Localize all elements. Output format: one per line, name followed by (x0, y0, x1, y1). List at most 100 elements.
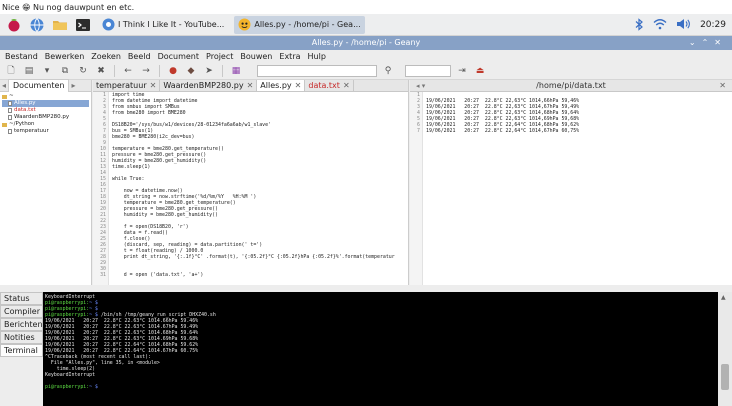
quit-icon[interactable]: ⏏ (473, 64, 487, 78)
menu-bestand[interactable]: Bestand (5, 52, 38, 61)
line-number: 31 (100, 272, 106, 278)
code-area[interactable]: 1 2 3 4 5 6 7 8 9 10 11 12 13 14 15 16 17 18 19 20 21 22 23 24 2… (93, 92, 408, 285)
maximize-icon[interactable]: ⌃ (702, 38, 715, 47)
editor-pane: temperatuur ✕ WaardenBMP280.py ✕ Alles.py ✕… (93, 80, 409, 285)
document-tree: ~ Alles.py data.txt WaardenBMP280.py ~/P… (0, 92, 91, 136)
window-titlebar: Alles.py - /home/pi - Geany ⌄⌃✕ (0, 36, 732, 50)
open-file-icon[interactable]: ▤ (22, 64, 36, 78)
compile-icon[interactable]: ● (166, 64, 180, 78)
scroll-up-icon[interactable]: ▲ (721, 294, 726, 301)
back-icon[interactable]: ← (121, 64, 135, 78)
tab-temperatuur[interactable]: temperatuur ✕ (93, 80, 161, 91)
tree-item[interactable]: Alles.py (2, 100, 89, 107)
terminal-text: KeyboardInterrupt (45, 372, 96, 378)
goto-line-icon[interactable]: ⇥ (455, 64, 469, 78)
sidebar-next-icon[interactable]: ▸ (69, 81, 77, 90)
volume-icon[interactable] (676, 18, 691, 32)
right-pane-title: /home/pi/data.txt (536, 81, 606, 90)
clock[interactable]: 20:29 (700, 20, 726, 30)
menu-document[interactable]: Document (158, 52, 199, 61)
tab-compiler[interactable]: Compiler (0, 305, 43, 318)
taskbar-task-label: I Think I Like It - YouTube... (118, 19, 225, 29)
goto-line-input[interactable] (405, 65, 451, 77)
forward-icon[interactable]: → (139, 64, 153, 78)
wifi-icon[interactable] (653, 18, 667, 32)
right-pane-tab[interactable]: ◂ ▾ /home/pi/data.txt ✕ (410, 80, 732, 92)
tab-documenten[interactable]: Documenten (8, 79, 70, 92)
tree-item[interactable]: temperatuur (2, 128, 89, 135)
menu-bouwen[interactable]: Bouwen (240, 52, 272, 61)
code-line[interactable]: print dt_string, '{:.1f}°C' .format(t), … (112, 254, 408, 260)
tab-waardenbmp280[interactable]: WaardenBMP280.py ✕ (160, 80, 258, 91)
tab-label: Alles.py (260, 81, 292, 90)
raspberry-icon[interactable] (5, 16, 23, 34)
tab-berichten[interactable]: Berichten (0, 318, 43, 331)
build-icon[interactable]: ◆ (184, 64, 198, 78)
tab-status[interactable]: Status (0, 292, 43, 305)
terminal-prompt: pi@raspberrypi:~ $ (45, 384, 99, 390)
menu-project[interactable]: Project (206, 52, 233, 61)
menu-beeld[interactable]: Beeld (128, 52, 151, 61)
tree-item-label: data.txt (14, 107, 36, 113)
code-lines[interactable]: import time from datetime import datetime… (112, 92, 408, 278)
tab-label: WaardenBMP280.py (163, 81, 244, 90)
tab-data-txt[interactable]: data.txt ✕ (305, 80, 354, 91)
sidebar: ◂ Documenten ▸ ~ Alles.py data.txt Waard… (0, 79, 92, 285)
run-icon[interactable]: ➤ (202, 64, 216, 78)
terminal-scrollbar[interactable]: ▲ (718, 292, 732, 406)
save-icon[interactable]: ▾ (40, 64, 54, 78)
menu-zoeken[interactable]: Zoeken (91, 52, 121, 61)
data-file-lines[interactable]: 19/06/2021 20:27 22.8°C 22,63°C 1014,66h… (426, 92, 732, 134)
tab-notities[interactable]: Notities (0, 331, 43, 344)
right-pane: ◂ ▾ /home/pi/data.txt ✕ 1234567 19/06/20… (410, 80, 732, 285)
taskbar-task-youtube[interactable]: I Think I Like It - YouTube... (98, 16, 228, 34)
taskbar-task-geany[interactable]: Alles.py - /home/pi - Gea... (234, 15, 365, 34)
data-file-view[interactable]: 1234567 19/06/2021 20:27 22.8°C 22,63°C … (410, 92, 732, 285)
close-tab-icon[interactable]: ✕ (719, 80, 726, 92)
tree-item-label: Alles.py (14, 100, 36, 106)
tab-alles[interactable]: Alles.py ✕ (257, 80, 306, 91)
tree-item[interactable]: WaardenBMP280.py (2, 114, 89, 121)
save-all-icon[interactable]: ⧉ (58, 64, 72, 78)
search-input[interactable] (257, 65, 377, 77)
scrollbar-thumb[interactable] (721, 364, 729, 390)
close-tab-icon[interactable]: ✕ (343, 81, 350, 90)
bluetooth-icon[interactable] (634, 17, 644, 33)
menu-bewerken[interactable]: Bewerken (45, 52, 85, 61)
folder-icon[interactable] (51, 16, 69, 34)
toolbar-separator (114, 65, 115, 77)
revert-icon[interactable]: ↻ (76, 64, 90, 78)
terminal-icon[interactable] (74, 16, 92, 34)
search-icon[interactable]: ⚲ (381, 64, 395, 78)
menubar: Bestand Bewerken Zoeken Beeld Document P… (0, 50, 732, 63)
menu-extra[interactable]: Extra (279, 52, 300, 61)
toolbar: 🗋 ▤ ▾ ⧉ ↻ ✖ ← → ● ◆ ➤ ▦ ⚲ ⇥ ⏏ (0, 63, 732, 80)
tree-item[interactable]: ~ (2, 93, 89, 100)
close-file-icon[interactable]: ✖ (94, 64, 108, 78)
minimize-icon[interactable]: ⌄ (689, 38, 702, 47)
globe-icon[interactable] (28, 16, 46, 34)
tab-label: temperatuur (96, 81, 147, 90)
tree-item[interactable]: ~/Python (2, 121, 89, 128)
chromium-icon (102, 18, 115, 31)
taskbar-task-label: Alles.py - /home/pi - Gea... (254, 19, 361, 29)
tree-item-label: temperatuur (14, 128, 49, 134)
tab-terminal[interactable]: Terminal (0, 344, 43, 357)
code-line[interactable]: d = open ('data.txt', 'a+') (112, 272, 408, 278)
sidebar-prev-icon[interactable]: ◂ (0, 81, 8, 90)
close-tab-icon[interactable]: ✕ (150, 81, 157, 90)
close-tab-icon[interactable]: ✕ (247, 81, 254, 90)
pane-nav-icon[interactable]: ◂ ▾ (416, 80, 425, 92)
close-tab-icon[interactable]: ✕ (295, 81, 302, 90)
line-number: 7 (417, 128, 420, 134)
editor-tabs: temperatuur ✕ WaardenBMP280.py ✕ Alles.py ✕… (93, 80, 408, 92)
folder-icon (2, 94, 7, 99)
close-icon[interactable]: ✕ (714, 38, 727, 47)
menu-hulp[interactable]: Hulp (308, 52, 326, 61)
color-chooser-icon[interactable]: ▦ (229, 64, 243, 78)
data-line[interactable]: 19/06/2021 20:27 22.8°C 22,64°C 1014,67h… (426, 128, 732, 134)
new-file-icon[interactable]: 🗋 (4, 64, 18, 78)
tree-item[interactable]: data.txt (2, 107, 89, 114)
tree-item-label: ~ (9, 93, 14, 99)
terminal-output[interactable]: KeyboardInterrupt pi@raspberrypi:~ $ pi@ra… (43, 292, 718, 406)
